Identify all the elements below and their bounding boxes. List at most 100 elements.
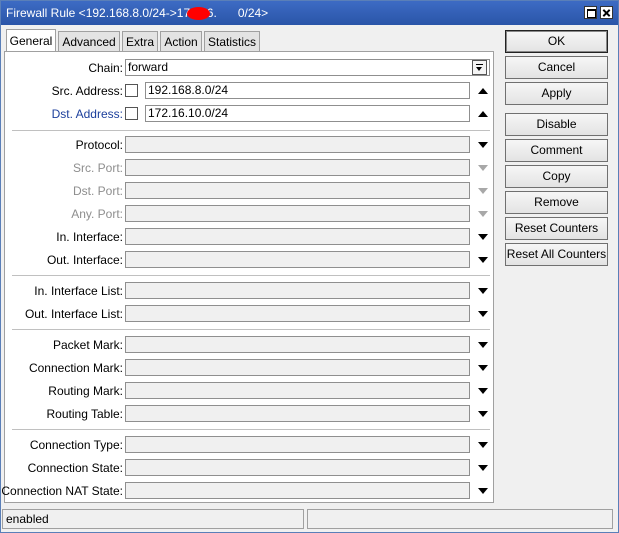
connection-state-expand-icon[interactable]: [475, 462, 490, 474]
dst-address-field[interactable]: 172.16.10.0/24: [145, 105, 470, 122]
separator: [12, 130, 490, 131]
dst-address-label: Dst. Address:: [51, 107, 123, 121]
connection-mark-field[interactable]: [125, 359, 470, 376]
routing-table-label: Routing Table:: [46, 407, 124, 421]
routing-mark-row: Routing Mark:: [5, 381, 495, 401]
connection-state-row: Connection State:: [5, 458, 495, 478]
status-bar: enabled: [1, 508, 618, 531]
remove-button[interactable]: Remove: [505, 191, 608, 214]
connection-mark-row: Connection Mark:: [5, 358, 495, 378]
connection-state-field[interactable]: [125, 459, 470, 476]
separator: [12, 429, 490, 430]
dst-port-row: Dst. Port:: [5, 181, 495, 201]
packet-mark-field[interactable]: [125, 336, 470, 353]
src-address-field[interactable]: 192.168.8.0/24: [145, 82, 470, 99]
out-interface-expand-icon[interactable]: [475, 254, 490, 266]
any-port-expand-icon: [475, 208, 490, 220]
general-panel: Chain: forward Src. Address: 192.168.8.0…: [1, 51, 495, 503]
cancel-button[interactable]: Cancel: [505, 56, 608, 79]
src-address-label: Src. Address:: [51, 84, 123, 98]
dst-port-label: Dst. Port:: [72, 184, 123, 198]
src-port-label: Src. Port:: [72, 161, 123, 175]
routing-table-field[interactable]: [125, 405, 470, 422]
in-interface-list-expand-icon[interactable]: [475, 285, 490, 297]
routing-mark-label: Routing Mark:: [48, 384, 123, 398]
src-port-expand-icon: [475, 162, 490, 174]
separator: [12, 275, 490, 276]
tab-statistics[interactable]: Statistics: [204, 31, 260, 51]
connection-type-field[interactable]: [125, 436, 470, 453]
ok-button[interactable]: OK: [505, 30, 608, 53]
src-port-row: Src. Port:: [5, 158, 495, 178]
connection-mark-label: Connection Mark:: [28, 361, 123, 375]
packet-mark-label: Packet Mark:: [52, 338, 123, 352]
comment-button[interactable]: Comment: [505, 139, 608, 162]
in-interface-list-label: In. Interface List:: [34, 284, 123, 298]
protocol-field[interactable]: [125, 136, 470, 153]
out-interface-field[interactable]: [125, 251, 470, 268]
chain-field[interactable]: forward: [125, 59, 490, 76]
connection-type-label: Connection Type:: [29, 438, 123, 452]
in-interface-list-row: In. Interface List:: [5, 281, 495, 301]
chain-row: Chain: forward: [5, 58, 495, 78]
chain-label: Chain:: [88, 61, 123, 75]
routing-table-row: Routing Table:: [5, 404, 495, 424]
protocol-row: Protocol:: [5, 135, 495, 155]
title-bar[interactable]: Firewall Rule <192.168.8.0/24->172.16. 0/…: [1, 1, 618, 25]
out-interface-list-expand-icon[interactable]: [475, 308, 490, 320]
dst-address-collapse-icon[interactable]: [475, 108, 490, 120]
src-address-collapse-icon[interactable]: [475, 85, 490, 97]
in-interface-list-field[interactable]: [125, 282, 470, 299]
connection-mark-expand-icon[interactable]: [475, 362, 490, 374]
src-address-row: Src. Address: 192.168.8.0/24: [5, 81, 495, 101]
disable-button[interactable]: Disable: [505, 113, 608, 136]
connection-nat-state-expand-icon[interactable]: [475, 485, 490, 497]
redaction-mark: [187, 7, 210, 20]
protocol-label: Protocol:: [75, 138, 123, 152]
in-interface-label: In. Interface:: [56, 230, 123, 244]
routing-mark-field[interactable]: [125, 382, 470, 399]
window-title: Firewall Rule <192.168.8.0/24->172.16. 0/…: [6, 6, 269, 20]
connection-type-expand-icon[interactable]: [475, 439, 490, 451]
connection-state-label: Connection State:: [27, 461, 123, 475]
connection-nat-state-field[interactable]: [125, 482, 470, 499]
packet-mark-row: Packet Mark:: [5, 335, 495, 355]
maximize-icon[interactable]: [584, 6, 597, 19]
dst-address-invert-checkbox[interactable]: [125, 107, 138, 120]
dst-port-field: [125, 182, 470, 199]
any-port-field: [125, 205, 470, 222]
tab-action[interactable]: Action: [160, 31, 202, 51]
connection-nat-state-row: Connection NAT State:: [1, 481, 495, 501]
out-interface-row: Out. Interface:: [5, 250, 495, 270]
any-port-label: Any. Port:: [71, 207, 123, 221]
in-interface-expand-icon[interactable]: [475, 231, 490, 243]
out-interface-list-field[interactable]: [125, 305, 470, 322]
copy-button[interactable]: Copy: [505, 165, 608, 188]
tab-extra[interactable]: Extra: [122, 31, 158, 51]
status-enabled: enabled: [2, 509, 304, 529]
chain-dropdown-icon[interactable]: [472, 60, 487, 75]
routing-table-expand-icon[interactable]: [475, 408, 490, 420]
close-icon[interactable]: [600, 6, 613, 19]
out-interface-label: Out. Interface:: [46, 253, 123, 267]
connection-nat-state-label: Connection NAT State:: [1, 484, 123, 498]
reset-all-counters-button[interactable]: Reset All Counters: [505, 243, 608, 266]
routing-mark-expand-icon[interactable]: [475, 385, 490, 397]
reset-counters-button[interactable]: Reset Counters: [505, 217, 608, 240]
src-address-invert-checkbox[interactable]: [125, 84, 138, 97]
any-port-row: Any. Port:: [5, 204, 495, 224]
src-port-field: [125, 159, 470, 176]
in-interface-row: In. Interface:: [5, 227, 495, 247]
packet-mark-expand-icon[interactable]: [475, 339, 490, 351]
status-secondary: [307, 509, 613, 529]
out-interface-list-label: Out. Interface List:: [24, 307, 123, 321]
out-interface-list-row: Out. Interface List:: [5, 304, 495, 324]
separator: [12, 329, 490, 330]
dst-address-row: Dst. Address: 172.16.10.0/24: [5, 104, 495, 124]
tab-general[interactable]: General: [6, 29, 56, 52]
connection-type-row: Connection Type:: [5, 435, 495, 455]
protocol-expand-icon[interactable]: [475, 139, 490, 151]
tab-advanced[interactable]: Advanced: [58, 31, 120, 51]
in-interface-field[interactable]: [125, 228, 470, 245]
apply-button[interactable]: Apply: [505, 82, 608, 105]
